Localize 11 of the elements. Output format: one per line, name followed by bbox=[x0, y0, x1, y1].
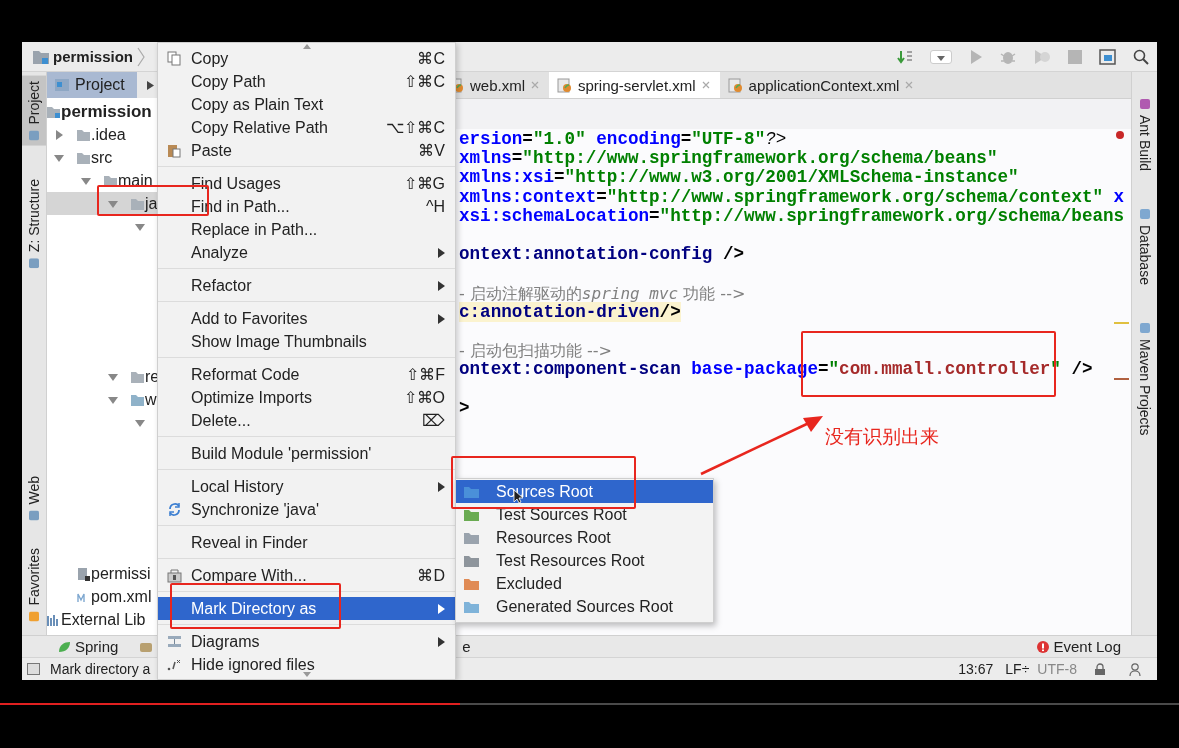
code-line: - 启动包扫描功能 --> bbox=[459, 341, 612, 362]
code-line: > bbox=[459, 397, 470, 418]
status-message: Mark directory a bbox=[50, 661, 151, 677]
code-line: ontext:annotation-config /> bbox=[459, 244, 745, 265]
code-line: xmlns="http://www.springframework.org/schema/beans" bbox=[459, 148, 998, 169]
code-line: xmlns:context="http://www.springframework.org/schema/context" x bbox=[459, 186, 1125, 207]
code-line: - 启动注解驱动的spring mvc 功能 --> bbox=[459, 283, 746, 304]
code-line: xmlns:xsi="http://www.w3.org/2001/XMLSchema-instance" bbox=[459, 167, 1019, 188]
code-line: xsi:schemaLocation="http://www.springframework.org/schema/beans bbox=[459, 205, 1125, 226]
annotation-text: 没有识别出来 bbox=[825, 424, 939, 449]
code-line: ersion="1.0" encoding="UTF-8"?> bbox=[459, 129, 787, 149]
